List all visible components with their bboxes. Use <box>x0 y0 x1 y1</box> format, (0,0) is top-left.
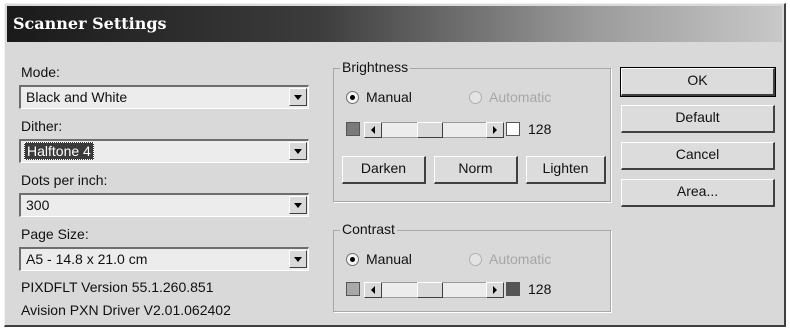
darken-button[interactable]: Darken <box>342 156 426 184</box>
default-button[interactable]: Default <box>621 105 775 133</box>
dpi-select[interactable]: 300 <box>19 193 309 217</box>
brightness-value: 128 <box>528 121 552 137</box>
scanner-settings-dialog: Scanner Settings Mode: Black and White D… <box>4 3 786 327</box>
lighten-button[interactable]: Lighten <box>526 156 606 184</box>
page-size-value: A5 - 14.8 x 21.0 cm <box>26 251 148 267</box>
brightness-manual-label: Manual <box>366 89 412 105</box>
brightness-automatic-label: Automatic <box>489 89 552 105</box>
brightness-slider-thumb[interactable] <box>417 122 443 138</box>
norm-button-label: Norm <box>458 160 493 176</box>
dither-dropdown-button[interactable] <box>289 142 307 160</box>
lighten-button-label: Lighten <box>542 160 589 176</box>
mode-select[interactable]: Black and White <box>19 85 309 109</box>
title-bar[interactable]: Scanner Settings <box>7 6 782 42</box>
mode-label: Mode: <box>21 64 60 80</box>
version-text: PIXDFLT Version 55.1.260.851 <box>21 279 214 295</box>
brightness-decrease-button[interactable] <box>364 122 382 138</box>
arrow-right-icon <box>493 286 497 294</box>
contrast-legend: Contrast <box>340 221 397 237</box>
contrast-high-swatch <box>506 282 520 296</box>
norm-button[interactable]: Norm <box>434 156 518 184</box>
ok-button-label: OK <box>687 72 708 88</box>
area-button-label: Area... <box>676 183 719 199</box>
arrow-left-icon <box>371 126 375 134</box>
default-button-label: Default <box>675 109 720 125</box>
brightness-dark-swatch <box>346 122 360 136</box>
cancel-button[interactable]: Cancel <box>621 142 775 170</box>
dpi-value: 300 <box>26 197 50 213</box>
window-title: Scanner Settings <box>13 14 167 33</box>
dpi-dropdown-button[interactable] <box>289 196 307 214</box>
chevron-down-icon <box>294 95 302 100</box>
dither-select[interactable]: Halftone 4 <box>19 139 309 163</box>
area-button[interactable]: Area... <box>621 179 775 207</box>
contrast-slider[interactable] <box>364 282 504 298</box>
darken-button-label: Darken <box>360 160 407 176</box>
brightness-group: Brightness Manual Automatic 128 Darken N… <box>333 59 611 202</box>
arrow-right-icon <box>493 126 497 134</box>
brightness-light-swatch <box>506 122 520 136</box>
page-size-select[interactable]: A5 - 14.8 x 21.0 cm <box>19 247 309 271</box>
mode-dropdown-button[interactable] <box>289 88 307 106</box>
brightness-automatic-radio[interactable] <box>469 91 482 104</box>
dither-label: Dither: <box>21 118 63 134</box>
contrast-slider-thumb[interactable] <box>417 282 443 298</box>
contrast-low-swatch <box>346 282 360 296</box>
mode-value: Black and White <box>26 89 128 105</box>
contrast-group: Contrast Manual Automatic 128 <box>333 221 611 312</box>
chevron-down-icon <box>294 149 302 154</box>
cancel-button-label: Cancel <box>675 146 720 162</box>
arrow-left-icon <box>371 286 375 294</box>
page-size-label: Page Size: <box>21 226 89 242</box>
brightness-increase-button[interactable] <box>486 122 504 138</box>
dpi-label: Dots per inch: <box>21 172 108 188</box>
chevron-down-icon <box>294 203 302 208</box>
ok-button[interactable]: OK <box>620 67 776 97</box>
chevron-down-icon <box>294 257 302 262</box>
contrast-automatic-label: Automatic <box>489 251 552 267</box>
contrast-value: 128 <box>528 281 552 297</box>
contrast-increase-button[interactable] <box>486 282 504 298</box>
contrast-manual-radio[interactable] <box>346 253 359 266</box>
contrast-decrease-button[interactable] <box>364 282 382 298</box>
dither-value: Halftone 4 <box>24 142 94 160</box>
page-size-dropdown-button[interactable] <box>289 250 307 268</box>
contrast-manual-label: Manual <box>366 251 412 267</box>
brightness-manual-radio[interactable] <box>346 91 359 104</box>
driver-version-text: Avision PXN Driver V2.01.062402 <box>21 302 231 318</box>
contrast-automatic-radio[interactable] <box>469 253 482 266</box>
brightness-slider[interactable] <box>364 122 504 138</box>
brightness-legend: Brightness <box>340 59 411 75</box>
